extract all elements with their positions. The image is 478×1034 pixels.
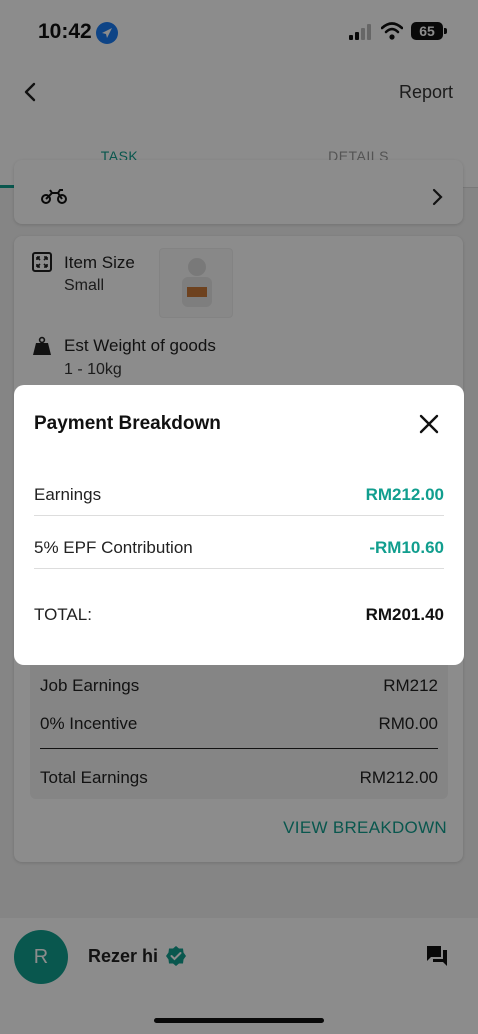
payment-breakdown-modal: Payment Breakdown Earnings RM212.00 5% E… [14,385,464,665]
breakdown-row-total: TOTAL: RM201.40 [34,605,444,625]
breakdown-row-label: Earnings [34,485,102,504]
breakdown-total-label: TOTAL: [34,605,92,624]
divider [34,568,444,569]
breakdown-row-epf: 5% EPF Contribution -RM10.60 [34,538,444,558]
breakdown-row-label: 5% EPF Contribution [34,538,193,557]
divider [34,515,444,516]
breakdown-row-earnings: Earnings RM212.00 [34,485,444,505]
breakdown-row-value: RM212.00 [365,485,444,504]
modal-title: Payment Breakdown [34,413,221,434]
breakdown-total-value: RM201.40 [365,605,444,624]
breakdown-row-value: -RM10.60 [369,538,444,557]
close-icon[interactable] [418,413,440,435]
